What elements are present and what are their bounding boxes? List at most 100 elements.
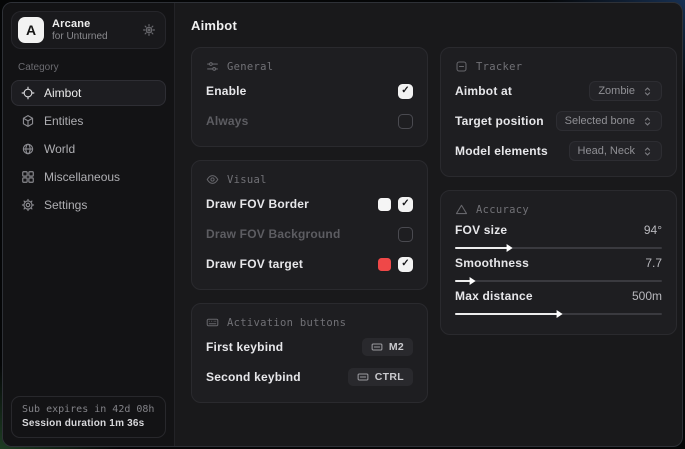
fov-target-color-swatch[interactable] xyxy=(378,258,391,271)
sidebar-item-label: Miscellaneous xyxy=(44,170,120,184)
sidebar-item-miscellaneous[interactable]: Miscellaneous xyxy=(11,164,166,190)
subscription-info-card: Sub expires in 42d 08h Session duration … xyxy=(11,396,166,438)
slider-thumb[interactable] xyxy=(556,310,562,318)
setting-row-enable: Enable xyxy=(206,79,413,103)
slider-label: FOV size xyxy=(455,223,507,237)
select-value: Head, Neck xyxy=(578,145,635,157)
chevron-up-down-icon xyxy=(642,146,653,157)
max-distance-slider-block: Max distance 500m xyxy=(455,289,662,315)
setting-row-target-position: Target position Selected bone xyxy=(455,109,662,133)
slider-value: 94° xyxy=(644,223,662,237)
visual-card: Visual Draw FOV Border Draw FOV Backgrou… xyxy=(191,160,428,290)
smoothness-slider-block: Smoothness 7.7 xyxy=(455,256,662,282)
crosshair-icon xyxy=(21,86,35,100)
app-logo: A xyxy=(18,17,44,43)
sidebar-item-settings[interactable]: Settings xyxy=(11,192,166,218)
slider-thumb[interactable] xyxy=(506,244,512,252)
slider-fill xyxy=(455,247,509,249)
keyboard-icon xyxy=(371,341,383,353)
fov-background-checkbox[interactable] xyxy=(398,227,413,242)
general-card-header: General xyxy=(206,60,413,73)
fov-target-checkbox[interactable] xyxy=(398,257,413,272)
main-panel: Aimbot General Enable xyxy=(175,3,683,446)
sidebar-item-entities[interactable]: Entities xyxy=(11,108,166,134)
target-position-select[interactable]: Selected bone xyxy=(556,111,662,131)
max-distance-slider[interactable] xyxy=(455,313,662,315)
keyboard-icon xyxy=(357,371,369,383)
second-keybind-button[interactable]: CTRL xyxy=(348,368,413,386)
card-title: Activation buttons xyxy=(227,317,346,329)
slider-label: Max distance xyxy=(455,289,533,303)
page-title: Aimbot xyxy=(191,18,677,33)
setting-label: Enable xyxy=(206,84,247,98)
setting-label: Draw FOV target xyxy=(206,257,303,271)
grid-icon xyxy=(21,170,35,184)
settings-gear-icon[interactable] xyxy=(142,23,156,37)
sidebar-nav: Aimbot Entities xyxy=(11,80,166,218)
activation-card-header: Activation buttons xyxy=(206,316,413,329)
fov-border-checkbox[interactable] xyxy=(398,197,413,212)
setting-row-fov-border: Draw FOV Border xyxy=(206,192,413,216)
accuracy-card-header: Accuracy xyxy=(455,203,662,216)
setting-label: Draw FOV Background xyxy=(206,227,341,241)
tracker-card-header: Tracker xyxy=(455,60,662,73)
triangle-icon xyxy=(455,203,468,216)
accuracy-card: Accuracy FOV size 94° xyxy=(440,190,677,335)
app-subtitle: for Unturned xyxy=(52,31,108,42)
select-value: Selected bone xyxy=(565,115,635,127)
sidebar-item-label: Entities xyxy=(44,114,83,128)
setting-label: Model elements xyxy=(455,144,548,158)
keybind-value: M2 xyxy=(389,341,404,353)
entities-cube-icon xyxy=(21,114,35,128)
setting-row-second-keybind: Second keybind CTRL xyxy=(206,365,413,389)
setting-row-fov-target: Draw FOV target xyxy=(206,252,413,276)
setting-label: Always xyxy=(206,114,249,128)
app-window: A Arcane for Unturned Category xyxy=(2,2,683,447)
always-checkbox[interactable] xyxy=(398,114,413,129)
setting-row-aimbot-at: Aimbot at Zombie xyxy=(455,79,662,103)
globe-icon xyxy=(21,142,35,156)
slider-label: Smoothness xyxy=(455,256,529,270)
keyboard-icon xyxy=(206,316,219,329)
sidebar-item-label: Aimbot xyxy=(44,86,81,100)
setting-label: Target position xyxy=(455,114,544,128)
slider-value: 7.7 xyxy=(645,256,662,270)
gear-icon xyxy=(21,198,35,212)
right-column: Tracker Aimbot at Zombie xyxy=(440,47,677,335)
model-elements-select[interactable]: Head, Neck xyxy=(569,141,662,161)
aimbot-at-select[interactable]: Zombie xyxy=(589,81,662,101)
activation-card: Activation buttons First keybind M2 xyxy=(191,303,428,403)
tracker-icon xyxy=(455,60,468,73)
card-title: Visual xyxy=(227,174,267,186)
brand-card: A Arcane for Unturned xyxy=(11,11,166,49)
smoothness-slider[interactable] xyxy=(455,280,662,282)
setting-row-model-elements: Model elements Head, Neck xyxy=(455,139,662,163)
fov-border-color-swatch[interactable] xyxy=(378,198,391,211)
chevron-up-down-icon xyxy=(642,116,653,127)
slider-value: 500m xyxy=(632,289,662,303)
sidebar-item-label: World xyxy=(44,142,75,156)
visual-card-header: Visual xyxy=(206,173,413,186)
select-value: Zombie xyxy=(598,85,635,97)
setting-label: First keybind xyxy=(206,340,283,354)
tracker-card: Tracker Aimbot at Zombie xyxy=(440,47,677,177)
chevron-up-down-icon xyxy=(642,86,653,97)
session-duration-text: Session duration 1m 36s xyxy=(22,418,155,429)
sub-expires-text: Sub expires in 42d 08h xyxy=(22,404,155,415)
slider-thumb[interactable] xyxy=(469,277,475,285)
setting-row-first-keybind: First keybind M2 xyxy=(206,335,413,359)
sidebar-item-world[interactable]: World xyxy=(11,136,166,162)
setting-row-always: Always xyxy=(206,109,413,133)
general-card: General Enable Always xyxy=(191,47,428,147)
keybind-value: CTRL xyxy=(375,371,404,383)
setting-label: Second keybind xyxy=(206,370,301,384)
sidebar-item-label: Settings xyxy=(44,198,87,212)
left-column: General Enable Always xyxy=(191,47,428,403)
fov-size-slider[interactable] xyxy=(455,247,662,249)
sidebar-item-aimbot[interactable]: Aimbot xyxy=(11,80,166,106)
first-keybind-button[interactable]: M2 xyxy=(362,338,413,356)
enable-checkbox[interactable] xyxy=(398,84,413,99)
card-title: General xyxy=(227,61,273,73)
setting-label: Aimbot at xyxy=(455,84,512,98)
eye-icon xyxy=(206,173,219,186)
